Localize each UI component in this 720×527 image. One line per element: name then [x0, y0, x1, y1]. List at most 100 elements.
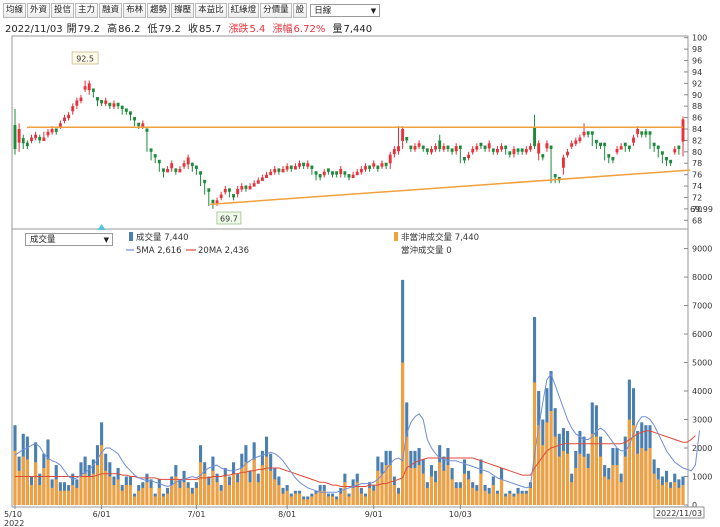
- price-axis-tick: 72: [692, 193, 702, 202]
- nonday-volume-bar: [359, 493, 363, 505]
- marker-triangle-icon: [97, 224, 106, 230]
- nonday-volume-bar: [71, 485, 75, 505]
- nonday-volume-bar: [425, 487, 429, 505]
- nonday-volume-bar: [211, 470, 215, 505]
- volume-axis-tick: 7000: [692, 302, 712, 311]
- nonday-volume-bar: [141, 487, 145, 505]
- candle-body: [124, 108, 128, 112]
- nonday-volume-bar: [467, 479, 471, 505]
- candle-body: [619, 146, 623, 150]
- candle-body: [442, 146, 446, 150]
- chart-canvas: 6870727476788082848688909294969810001000…: [4, 34, 713, 527]
- candle-body: [430, 148, 433, 153]
- candle-body: [162, 168, 165, 172]
- candle-body: [335, 171, 339, 175]
- nonday-volume-bar: [297, 493, 302, 505]
- nonday-volume-bar: [236, 482, 240, 505]
- candle-body: [223, 188, 227, 193]
- candle-body: [623, 142, 627, 147]
- nonday-volume-bar: [413, 467, 417, 505]
- candle-body: [372, 163, 376, 167]
- nonday-volume-bar: [137, 490, 141, 505]
- nonday-volume-bar: [29, 485, 34, 505]
- nonday-volume-bar: [87, 476, 91, 505]
- candle-body: [520, 148, 524, 152]
- nonday-volume-bar: [194, 487, 198, 505]
- price-axis-tick: 82: [692, 136, 702, 145]
- nonday-volume-bar: [409, 467, 413, 505]
- candle-body: [21, 138, 25, 144]
- candle-body: [339, 168, 343, 175]
- candle-body: [504, 145, 508, 149]
- candle-body: [252, 183, 256, 187]
- candle-body: [203, 179, 207, 184]
- candle-body: [359, 168, 363, 173]
- nonday-volume-bar: [178, 487, 182, 505]
- nonday-volume-bar: [388, 465, 392, 505]
- candle-body: [636, 129, 640, 135]
- nonday-volume-bar: [524, 493, 528, 505]
- x-axis-tick: 5/10: [4, 510, 22, 519]
- candle-body: [248, 186, 252, 190]
- nonday-volume-bar: [636, 453, 640, 505]
- price-axis-tick: 74: [692, 182, 702, 191]
- nonday-volume-bar: [260, 465, 264, 505]
- nonday-volume-bar: [594, 436, 598, 505]
- candle-body: [244, 185, 248, 189]
- candle-body: [388, 154, 392, 164]
- candle-body: [285, 166, 289, 170]
- nonday-volume-bar: [112, 485, 116, 505]
- nonday-volume-bar: [475, 490, 479, 505]
- candle-body: [533, 127, 536, 147]
- price-axis-tick: 90: [692, 91, 702, 100]
- candle-body: [314, 171, 318, 175]
- candle-body: [528, 146, 532, 150]
- nonday-volume-bar: [347, 496, 351, 505]
- price-axis-tick: 76: [692, 171, 702, 180]
- candle-body: [50, 129, 54, 133]
- volume-axis-tick: 5000: [692, 359, 712, 368]
- candle-body: [421, 145, 425, 149]
- nonday-volume-bar: [500, 479, 504, 505]
- candle-body: [491, 148, 495, 152]
- candle-body: [561, 157, 565, 168]
- legend-ma5-label: 5MA 2,616: [136, 246, 182, 256]
- candle-body: [471, 148, 475, 153]
- legend-nonday-label: 非當沖成交量 7,440: [401, 232, 479, 243]
- price-axis-tick: 100: [692, 34, 707, 43]
- candle-body: [355, 171, 359, 176]
- nonday-volume-bar: [533, 382, 537, 505]
- nonday-volume-bar: [256, 482, 260, 505]
- low-marker-label: 69.7: [220, 215, 238, 224]
- nonday-volume-bar: [627, 419, 631, 505]
- volume-axis-tick: 1000: [692, 473, 712, 482]
- nonday-volume-bar: [561, 450, 565, 505]
- nonday-volume-bar: [392, 485, 396, 505]
- candle-body: [380, 163, 384, 167]
- nonday-volume-bar: [46, 459, 50, 505]
- nonday-volume-bar: [376, 470, 380, 505]
- candle-body: [384, 162, 388, 167]
- nonday-volume-bar: [50, 487, 54, 505]
- nonday-volume-bar: [528, 487, 532, 505]
- candle-body: [496, 148, 499, 153]
- candle-body: [67, 114, 71, 119]
- candle-body: [108, 102, 112, 107]
- nonday-volume-bar: [508, 493, 512, 505]
- candle-body: [83, 86, 87, 90]
- nonday-volume-bar: [545, 422, 549, 505]
- last-price-label: 69.99: [690, 205, 713, 214]
- candle-body: [553, 174, 557, 178]
- nonday-volume-bar: [240, 467, 244, 505]
- nonday-volume-bar: [570, 482, 574, 505]
- nonday-volume-bar: [199, 462, 203, 505]
- nonday-volume-bar: [586, 467, 590, 505]
- legend-nonday-swatch: [394, 232, 398, 241]
- nonday-volume-bar: [578, 453, 582, 505]
- nonday-volume-bar: [574, 467, 578, 505]
- nonday-volume-bar: [512, 496, 516, 505]
- nonday-volume-bar: [75, 487, 79, 505]
- nonday-volume-bar: [401, 362, 405, 505]
- nonday-volume-bar: [120, 490, 124, 505]
- nonday-volume-bar: [590, 433, 594, 505]
